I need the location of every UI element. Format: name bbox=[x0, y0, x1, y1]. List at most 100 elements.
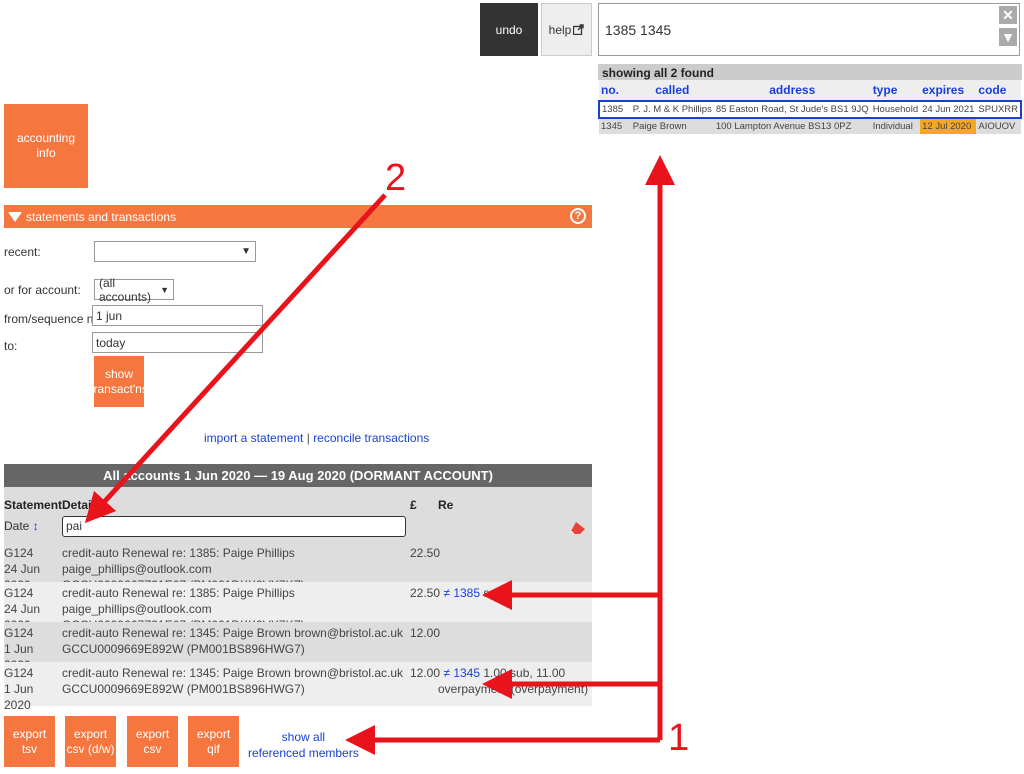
table-row[interactable]: G124 1 Jun 2020 credit-auto Renewal re: 1… bbox=[4, 662, 592, 712]
cell-type: Individual bbox=[870, 118, 921, 134]
from-input[interactable]: 1 jun bbox=[92, 305, 263, 326]
sort-arrows-icon: ↕ bbox=[32, 519, 39, 533]
col-expires[interactable]: expires bbox=[920, 80, 977, 101]
to-input[interactable]: today bbox=[92, 332, 263, 353]
show-all-referenced-members-link[interactable]: show all referenced members bbox=[248, 729, 359, 761]
account-select[interactable]: (all accounts) ▼ bbox=[94, 276, 174, 304]
member-ref-link[interactable]: 1345 bbox=[453, 666, 480, 680]
re-text: sub bbox=[483, 586, 503, 600]
chevron-down-icon: ▼ bbox=[241, 246, 251, 257]
export-tsv-button[interactable]: export tsv bbox=[4, 716, 55, 767]
detail-line1: credit-auto Renewal re: 1385: Paige Phil… bbox=[62, 586, 295, 616]
cell-called: P. J. M & K Phillips bbox=[630, 100, 714, 119]
detail-line2: GCCU0009669E892W (PM001BS896HWG7) bbox=[62, 642, 305, 656]
table-row[interactable]: G12424 Jun 2020 credit-auto Renewal re: … bbox=[4, 582, 592, 632]
from-label: from/sequence no: bbox=[4, 312, 104, 326]
detail-line1: credit-auto Renewal re: 1345: Paige Brow… bbox=[62, 666, 404, 680]
link-separator: | bbox=[306, 431, 310, 445]
show-transactions-button[interactable]: show transact'ns bbox=[90, 356, 148, 407]
cell-expires: 12 Jul 2020 bbox=[920, 118, 977, 134]
export-csv-dw-button[interactable]: export csv (d/w) bbox=[65, 716, 116, 767]
reconcile-link[interactable]: reconcile transactions bbox=[313, 431, 429, 445]
chevron-down-icon: ▼ bbox=[160, 284, 169, 295]
not-equal-mark: ≠ bbox=[443, 586, 450, 600]
date: 1 Jun 2020 bbox=[4, 682, 34, 712]
date-sort[interactable]: Date ↕ bbox=[4, 519, 39, 533]
not-equal-mark: ≠ bbox=[443, 666, 450, 680]
amount: 22.50 bbox=[410, 546, 441, 560]
col-details[interactable]: Details bbox=[62, 498, 101, 512]
result-row[interactable]: 1385 P. J. M & K Phillips 85 Easton Road… bbox=[598, 100, 1022, 119]
import-statement-link[interactable]: import a statement bbox=[204, 431, 303, 445]
col-address[interactable]: address bbox=[713, 80, 871, 101]
clear-icon[interactable]: ✕ bbox=[999, 6, 1017, 24]
to-label: to: bbox=[4, 339, 18, 353]
re-text: 1.00 sub, 11.00 bbox=[483, 666, 566, 680]
details-filter-input[interactable]: pai bbox=[62, 516, 406, 537]
export-line2: csv bbox=[143, 741, 162, 756]
show-all-line2: referenced members bbox=[248, 746, 359, 760]
statements-section-header[interactable]: statements and transactions ? bbox=[4, 205, 592, 228]
filter-value: pai bbox=[66, 519, 83, 533]
accounting-info-button[interactable]: accounting info bbox=[4, 104, 88, 188]
external-link-icon bbox=[573, 24, 585, 35]
from-value: 1 jun bbox=[96, 308, 123, 323]
export-csv-button[interactable]: export csv bbox=[127, 716, 178, 767]
result-row[interactable]: 1345 Paige Brown 100 Lampton Avenue BS13… bbox=[599, 118, 1021, 134]
recent-label: recent: bbox=[4, 245, 41, 259]
account-value: (all accounts) bbox=[99, 275, 152, 304]
col-statement[interactable]: Statement bbox=[4, 498, 62, 512]
cell-no: 1345 bbox=[599, 118, 631, 134]
to-value: today bbox=[96, 335, 126, 350]
transactions-title: All accounts 1 Jun 2020 — 19 Aug 2020 (D… bbox=[4, 464, 592, 487]
section-help-icon[interactable]: ? bbox=[570, 208, 586, 224]
cell-called: Paige Brown bbox=[630, 118, 714, 134]
search-results: showing all 2 found no. called address t… bbox=[598, 64, 1022, 134]
cell-address: 85 Easton Road, St Jude's BS1 9JQ bbox=[713, 100, 871, 119]
help-button[interactable]: help bbox=[541, 3, 592, 56]
stmt: G124 bbox=[4, 666, 34, 680]
recent-select[interactable]: ▼ bbox=[94, 241, 256, 262]
eraser-icon[interactable] bbox=[570, 521, 586, 535]
col-type[interactable]: type bbox=[870, 80, 921, 101]
undo-button[interactable]: undo bbox=[480, 3, 538, 56]
show-all-line1: show all bbox=[281, 730, 326, 744]
stmt: G124 bbox=[4, 546, 34, 560]
statement-links: import a statement | reconcile transacti… bbox=[204, 431, 429, 445]
detail-line1: credit-auto Renewal re: 1385: Paige Phil… bbox=[62, 546, 295, 576]
detail-line1: credit-auto Renewal re: 1345: Paige Brow… bbox=[62, 626, 404, 640]
export-line2: qif bbox=[207, 741, 220, 756]
results-table: no. called address type expires code 138… bbox=[598, 80, 1022, 134]
cell-code: SPUXRR bbox=[976, 100, 1022, 119]
annotation-number-2: 2 bbox=[385, 157, 406, 199]
export-line2: tsv bbox=[21, 741, 38, 756]
col-called[interactable]: called bbox=[630, 80, 714, 101]
collapse-triangle-icon bbox=[8, 211, 22, 222]
acc-info-line1: accounting bbox=[16, 131, 76, 145]
detail-line2: GCCU0009669E892W (PM001BS896HWG7) bbox=[62, 682, 305, 696]
col-no[interactable]: no. bbox=[599, 80, 631, 101]
table-row[interactable]: G12424 Jun 2020 credit-auto Renewal re: … bbox=[4, 542, 592, 592]
col-amount[interactable]: £ bbox=[410, 498, 417, 512]
help-label: help bbox=[548, 22, 572, 37]
filter-icon[interactable]: ▼ bbox=[999, 28, 1017, 46]
cell-type: Household bbox=[870, 100, 921, 119]
date-label: Date bbox=[4, 519, 30, 533]
col-code[interactable]: code bbox=[976, 80, 1021, 101]
search-input[interactable]: 1385 1345 ✕ ▼ bbox=[598, 3, 1020, 56]
stmt: G124 bbox=[4, 626, 34, 640]
cell-expires: 24 Jun 2021 bbox=[920, 100, 977, 119]
member-ref-link[interactable]: 1385 bbox=[453, 586, 480, 600]
re-text-2: overpayment (overpayment) bbox=[438, 682, 589, 696]
cell-address: 100 Lampton Avenue BS13 0PZ bbox=[713, 118, 871, 134]
export-qif-button[interactable]: export qif bbox=[188, 716, 239, 767]
cell-code: AIOUOV bbox=[976, 118, 1021, 134]
export-line1: export bbox=[196, 726, 231, 741]
col-re[interactable]: Re bbox=[438, 498, 453, 512]
search-value: 1385 1345 bbox=[605, 21, 672, 38]
transactions-header: Statement Details £ Re Date ↕ pai bbox=[4, 487, 592, 542]
annotation-number-1: 1 bbox=[668, 717, 689, 759]
table-row[interactable]: G1241 Jun 2020 credit-auto Renewal re: 1… bbox=[4, 622, 592, 672]
show-btn-line2: transact'ns bbox=[90, 381, 148, 396]
section-title: statements and transactions bbox=[26, 209, 177, 224]
